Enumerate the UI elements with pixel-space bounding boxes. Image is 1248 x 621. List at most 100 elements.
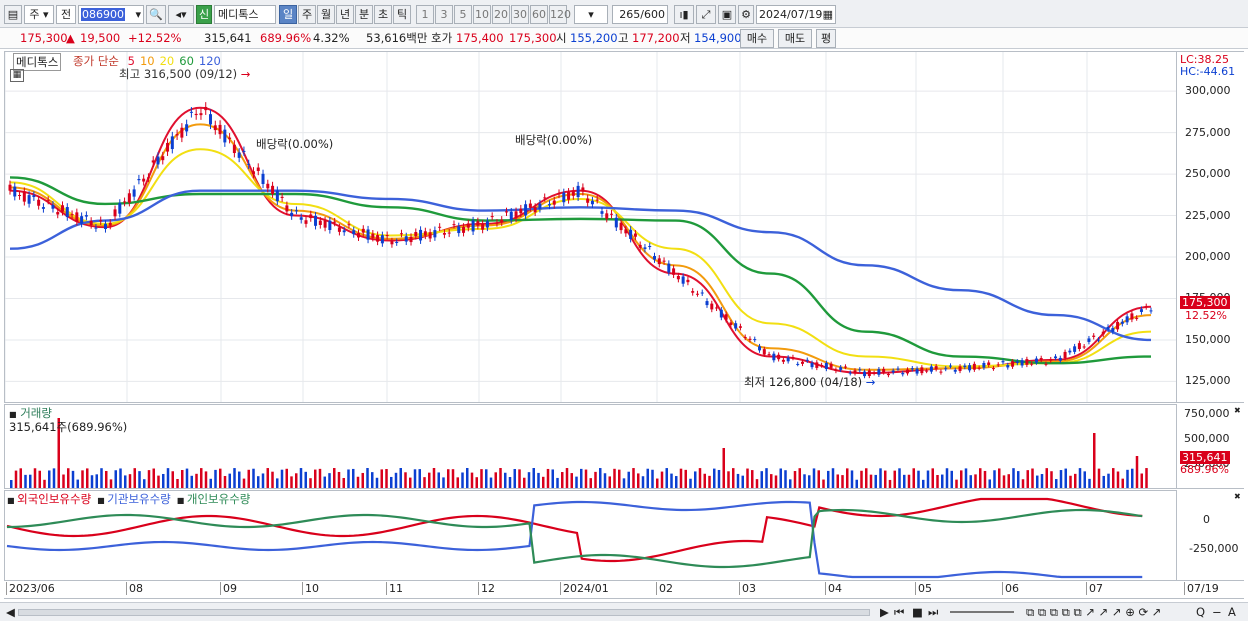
horizontal-scrollbar[interactable] — [18, 609, 870, 616]
minus-icon[interactable]: − — [1212, 605, 1222, 619]
crosshair-icon[interactable]: ⤢ — [696, 5, 716, 24]
period-tab-3[interactable]: 년 — [336, 5, 354, 24]
period-tab-2[interactable]: 월 — [317, 5, 335, 24]
layout-icon[interactable]: ▤ — [4, 5, 22, 24]
volume-bar-99 — [480, 469, 483, 488]
price-pane[interactable]: 메디톡스 종가 단순 5 10 20 60 120 ▦ 최고 316,500 (09/1… — [4, 51, 1177, 403]
volume-bar-209 — [1002, 475, 1006, 488]
volume-bar-226 — [1083, 471, 1086, 488]
interval-tab-3[interactable]: 3 — [435, 5, 453, 24]
candle-body-213 — [1025, 359, 1029, 365]
volume-bar-147 — [708, 475, 711, 488]
interval-tab-10[interactable]: 10 — [473, 5, 491, 24]
volume-bar-25 — [128, 474, 132, 488]
interval-tab-20[interactable]: 20 — [492, 5, 510, 24]
volume-bar-214 — [1026, 470, 1029, 488]
volume-bar-28 — [143, 479, 146, 488]
interval-tab-120[interactable]: 120 — [549, 5, 571, 24]
stock-code-input[interactable]: 086900 ▾ — [78, 5, 144, 24]
low-price: 154,900 — [694, 31, 742, 45]
volume-bar-48 — [238, 471, 241, 488]
candle-body-37 — [185, 124, 189, 132]
market-type-select[interactable]: 주 ▾ — [24, 5, 54, 24]
ma-line-120 — [9, 189, 1152, 342]
candle-body-116 — [562, 192, 566, 203]
tool-icons[interactable]: ⧉ ⧉ ⧉ ⧉ ⧉ ↗ ↗ ↗ ⊕ ⟳ ↗ — [1026, 605, 1161, 620]
scroll-left-icon[interactable]: ◀ — [6, 605, 15, 619]
sell-button[interactable]: 매도 — [778, 29, 812, 48]
volume-bar-216 — [1036, 475, 1039, 488]
candle-body-207 — [996, 364, 1000, 366]
period-tab-1[interactable]: 주 — [298, 5, 316, 24]
search-icon[interactable]: 🔍 — [146, 5, 166, 24]
speaker-icon[interactable]: ◂▾ — [168, 5, 194, 24]
candle-body-168 — [810, 362, 814, 368]
period-tab-5[interactable]: 초 — [374, 5, 392, 24]
close-pane-icon[interactable]: ✖ — [1234, 492, 1241, 501]
volume-bar-63 — [309, 478, 312, 488]
candle-icon[interactable]: ı▮ — [674, 5, 694, 24]
interval-tab-30[interactable]: 30 — [511, 5, 529, 24]
zoom-slider[interactable] — [950, 611, 1014, 613]
candle-body-172 — [829, 363, 833, 368]
volume-bar-155 — [746, 468, 749, 488]
fast-forward-icon[interactable]: ⏭ — [928, 605, 938, 620]
interval-custom-select[interactable]: ▾ — [574, 5, 608, 24]
interval-tab-5[interactable]: 5 — [454, 5, 472, 24]
candle-body-31 — [156, 156, 160, 165]
stock-name-field[interactable]: 메디톡스 — [214, 5, 276, 24]
vol-last-pct: 689.96% — [1180, 463, 1229, 476]
period-tab-6[interactable]: 틱 — [393, 5, 411, 24]
close-pane-icon[interactable]: ✖ — [1234, 406, 1241, 415]
volume-bar-65 — [318, 468, 322, 488]
ask-price: 175,400 — [456, 31, 504, 45]
candle-body-114 — [552, 200, 556, 205]
volume-bar-177 — [850, 470, 854, 488]
volume-bar-165 — [793, 471, 797, 488]
volume-bar-118 — [570, 473, 573, 488]
volume-bar-210 — [1007, 474, 1010, 488]
volume-bar-40 — [200, 468, 203, 488]
date-field[interactable]: 2024/07/19 ▦ — [756, 5, 836, 24]
table-icon[interactable]: ▦ — [10, 69, 24, 82]
stop-icon[interactable]: ■ — [912, 605, 923, 619]
average-button[interactable]: 평 — [816, 29, 836, 48]
box-icon: ■ — [176, 496, 187, 505]
interval-tab-60[interactable]: 60 — [530, 5, 548, 24]
save-icon[interactable]: ▣ — [718, 5, 736, 24]
volume-bar-90 — [437, 472, 440, 488]
interval-tab-1[interactable]: 1 — [416, 5, 434, 24]
holding-legend-label: 개인보유수량 — [186, 492, 251, 506]
period-tab-4[interactable]: 분 — [355, 5, 373, 24]
volume-bar-77 — [375, 477, 379, 488]
buy-button[interactable]: 매수 — [740, 29, 774, 48]
volume-bar-222 — [1064, 468, 1067, 488]
volume-bar-13 — [71, 470, 75, 488]
zoom-out-icon[interactable]: Q — [1196, 605, 1205, 619]
candle-body-228 — [1096, 339, 1100, 341]
font-size-icon[interactable]: A — [1228, 605, 1236, 619]
volume-pane[interactable]: ■ 거래량 315,641주(689.96%) — [4, 404, 1177, 489]
count-value: 265 — [619, 8, 641, 21]
scope-button[interactable]: 전 — [56, 5, 76, 24]
volume-bar-237 — [1135, 456, 1139, 488]
period-tab-0[interactable]: 일 — [279, 5, 297, 24]
rewind-icon[interactable]: ⏮ — [894, 605, 904, 620]
volume-bar-58 — [285, 468, 288, 488]
x-tick-2: 09 — [220, 582, 237, 595]
holding-pane[interactable]: ■ 외국인보유수량 ■ 기관보유수량 ■ 개인보유수량 — [4, 490, 1177, 581]
candle-body-20 — [103, 223, 107, 230]
volume-bar-231 — [1107, 473, 1110, 488]
candle-body-108 — [524, 204, 528, 216]
volume-bar-64 — [314, 469, 317, 488]
count-field[interactable]: 265/600 — [612, 5, 668, 24]
gear-icon[interactable]: ⚙ — [738, 5, 754, 24]
candle-body-123 — [595, 199, 599, 201]
candle-body-186 — [896, 368, 900, 370]
volume-bar-197 — [945, 468, 949, 488]
open-label: 시 — [556, 31, 567, 45]
candle-body-89 — [433, 230, 437, 238]
candle-body-87 — [423, 231, 427, 236]
scroll-right-icon[interactable]: ▶ — [880, 605, 889, 619]
volume-bar-225 — [1078, 468, 1082, 488]
